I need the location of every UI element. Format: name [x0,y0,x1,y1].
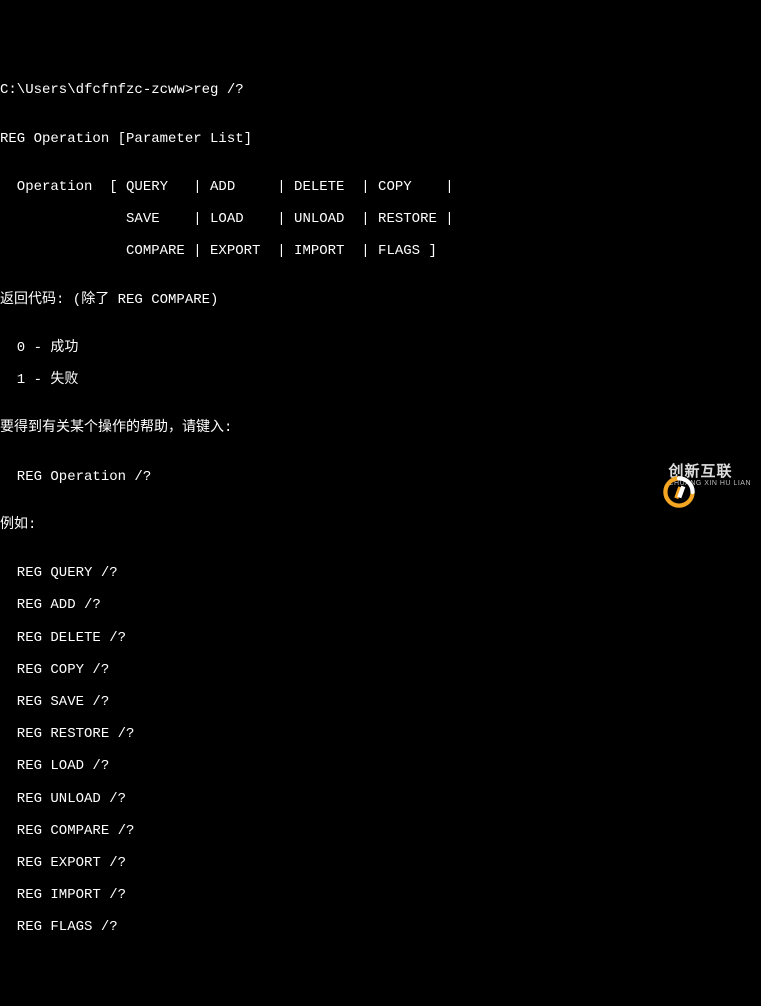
watermark: 创新互联 CHUANG XIN HU LIAN [628,459,751,493]
return-code: 0 - 成功 [0,340,761,356]
op-table-row: COMPARE | EXPORT | IMPORT | FLAGS ] [0,243,761,259]
return-codes-header: 返回代码: (除了 REG COMPARE) [0,292,761,308]
example-line: REG DELETE /? [0,630,761,646]
prompt-command: reg /? [193,82,243,98]
example-line: REG LOAD /? [0,758,761,774]
prompt-path: C:\Users\dfcfnfzc-zcww> [0,82,193,98]
op-table-row: Operation [ QUERY | ADD | DELETE | COPY … [0,179,761,195]
example-line: REG RESTORE /? [0,726,761,742]
example-line: REG IMPORT /? [0,887,761,903]
example-line: REG ADD /? [0,597,761,613]
example-line: REG COMPARE /? [0,823,761,839]
op-table-row: SAVE | LOAD | UNLOAD | RESTORE | [0,211,761,227]
example-line: REG UNLOAD /? [0,791,761,807]
usage-header: REG Operation [Parameter List] [0,131,761,147]
return-code: 1 - 失败 [0,372,761,388]
logo-icon [628,459,662,493]
example-line: REG COPY /? [0,662,761,678]
example-line: REG EXPORT /? [0,855,761,871]
help-text: 要得到有关某个操作的帮助，请键入: [0,420,761,436]
example-line: REG FLAGS /? [0,919,761,935]
prompt-line: C:\Users\dfcfnfzc-zcww>reg /? [0,82,761,98]
example-line: REG SAVE /? [0,694,761,710]
examples-header: 例如: [0,517,761,533]
example-line: REG QUERY /? [0,565,761,581]
